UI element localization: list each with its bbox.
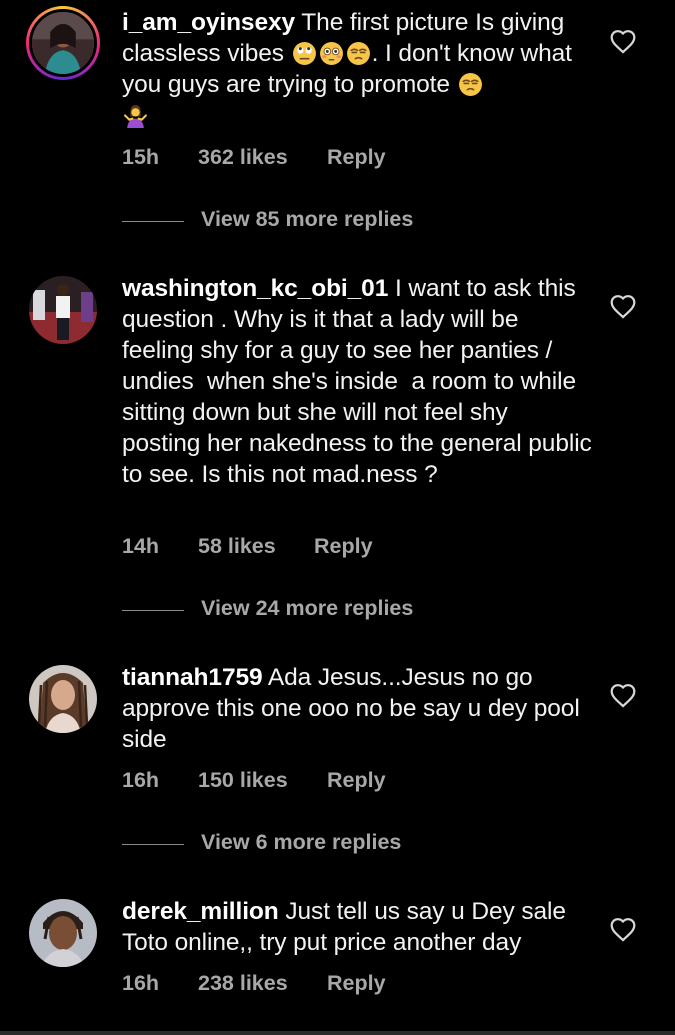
comment-likes[interactable]: 362 likes <box>198 145 288 170</box>
reply-button[interactable]: Reply <box>327 971 386 996</box>
comment-body: I want to ask this question . Why is it … <box>122 275 599 488</box>
woman-shrugging-emoji-icon <box>123 103 148 128</box>
bottom-divider <box>0 1031 675 1035</box>
unamused-emoji-icon <box>346 41 371 66</box>
avatar[interactable] <box>29 665 97 733</box>
reply-button[interactable]: Reply <box>327 768 386 793</box>
like-button[interactable] <box>609 916 637 942</box>
comment-username[interactable]: derek_million <box>122 898 279 925</box>
heart-outline-icon <box>610 30 636 54</box>
divider-line <box>122 610 184 611</box>
reply-button[interactable]: Reply <box>314 534 373 559</box>
heart-outline-icon <box>610 684 636 708</box>
avatar-photo <box>32 12 94 74</box>
heart-outline-icon <box>610 295 636 319</box>
comment-text: derek_million Just tell us say u Dey sal… <box>122 896 592 958</box>
comment-likes[interactable]: 150 likes <box>198 768 288 793</box>
avatar[interactable] <box>26 6 100 80</box>
view-more-replies[interactable]: View 6 more replies <box>122 830 522 860</box>
avatar[interactable] <box>29 276 97 344</box>
like-button[interactable] <box>609 682 637 708</box>
divider-line <box>122 221 184 222</box>
view-replies-label[interactable]: View 24 more replies <box>201 596 413 621</box>
view-more-replies[interactable]: View 85 more replies <box>122 207 522 237</box>
avatar-photo <box>29 899 97 967</box>
unamused-emoji-icon <box>458 72 483 97</box>
eye-roll-emoji-icon <box>292 41 317 66</box>
flushed-emoji-icon <box>319 41 344 66</box>
avatar[interactable] <box>29 899 97 967</box>
comment-text: washington_kc_obi_01 I want to ask this … <box>122 273 592 490</box>
comment-likes[interactable]: 58 likes <box>198 534 276 559</box>
comment-time: 16h <box>122 971 160 995</box>
comment-username[interactable]: tiannah1759 <box>122 664 263 691</box>
view-replies-label[interactable]: View 6 more replies <box>201 830 401 855</box>
like-button[interactable] <box>609 293 637 319</box>
comment-text: tiannah1759 Ada Jesus...Jesus no go appr… <box>122 662 592 755</box>
comment-username[interactable]: i_am_oyinsexy <box>122 9 295 36</box>
view-more-replies[interactable]: View 24 more replies <box>122 596 522 626</box>
comment-time: 16h <box>122 768 160 792</box>
avatar-photo <box>29 665 97 733</box>
view-replies-label[interactable]: View 85 more replies <box>201 207 413 232</box>
avatar-photo <box>29 276 97 344</box>
comment-username[interactable]: washington_kc_obi_01 <box>122 275 388 302</box>
heart-outline-icon <box>610 918 636 942</box>
comment-time: 15h <box>122 145 160 169</box>
comment-text: i_am_oyinsexy The first picture Is givin… <box>122 7 592 131</box>
reply-button[interactable]: Reply <box>327 145 386 170</box>
like-button[interactable] <box>609 28 637 54</box>
divider-line <box>122 844 184 845</box>
comment-time: 14h <box>122 534 160 558</box>
comment-likes[interactable]: 238 likes <box>198 971 288 996</box>
